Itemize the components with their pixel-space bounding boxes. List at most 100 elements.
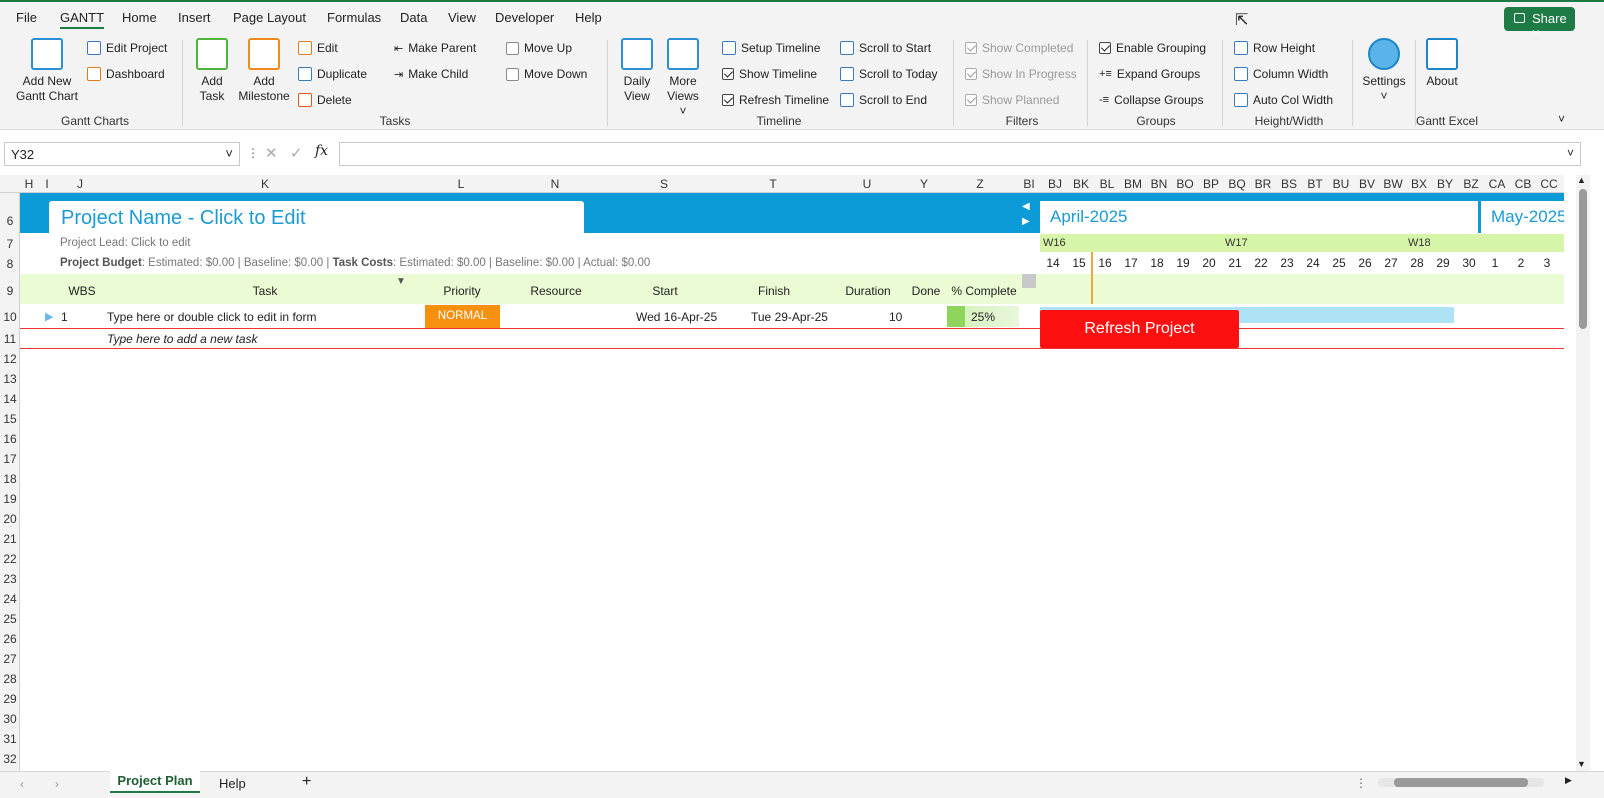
column-header[interactable]: CA (1485, 177, 1509, 191)
menu-developer[interactable]: Developer (495, 10, 554, 25)
row-header[interactable]: 28 (0, 672, 20, 686)
column-header[interactable]: Y (912, 177, 936, 191)
task-pct-complete[interactable]: 25% (947, 306, 1019, 327)
column-header[interactable]: BW (1381, 177, 1405, 191)
menu-insert[interactable]: Insert (178, 10, 211, 25)
row-header[interactable]: 11 (0, 332, 20, 346)
menu-home[interactable]: Home (122, 10, 157, 25)
row-header[interactable]: 14 (0, 392, 20, 406)
row-height-button[interactable]: Row Height (1234, 41, 1315, 55)
task-finish[interactable]: Tue 29-Apr-25 (751, 310, 828, 324)
add-new-gantt-chart-button[interactable]: Add New Gantt Chart (14, 38, 80, 104)
column-header[interactable]: T (761, 177, 785, 191)
vertical-scroll-thumb[interactable] (1579, 189, 1587, 329)
header-priority[interactable]: Priority (437, 284, 487, 298)
column-header[interactable]: BL (1095, 177, 1119, 191)
menu-data[interactable]: Data (400, 10, 427, 25)
scroll-to-end-button[interactable]: Scroll to End (840, 93, 927, 107)
header-start[interactable]: Start (643, 284, 687, 298)
scroll-right-icon[interactable]: ▶ (1565, 775, 1572, 786)
setup-timeline-button[interactable]: Setup Timeline (722, 41, 820, 55)
dashboard-button[interactable]: Dashboard (87, 67, 165, 81)
column-header[interactable]: CC (1537, 177, 1561, 191)
show-in-progress-checkbox[interactable]: Show In Progress (965, 67, 1077, 81)
row-header[interactable]: 29 (0, 692, 20, 706)
edit-project-button[interactable]: Edit Project (87, 41, 167, 55)
task-wbs[interactable]: 1 (61, 310, 68, 324)
column-header[interactable]: CB (1511, 177, 1535, 191)
row-header[interactable]: 15 (0, 412, 20, 426)
row-header[interactable]: 19 (0, 492, 20, 506)
task-priority-badge[interactable]: NORMAL (425, 305, 500, 328)
row-header[interactable]: 31 (0, 732, 20, 746)
row-header[interactable]: 12 (0, 352, 20, 366)
tab-project-plan[interactable]: Project Plan (110, 771, 200, 793)
scroll-left-icon[interactable]: ◀ (1022, 201, 1030, 212)
menu-page-layout[interactable]: Page Layout (233, 10, 306, 25)
row-header[interactable]: 16 (0, 432, 20, 446)
column-header[interactable]: BR (1251, 177, 1275, 191)
show-timeline-checkbox[interactable]: Show Timeline (722, 67, 817, 81)
edit-button[interactable]: Edit (298, 41, 338, 55)
collapse-ribbon-icon[interactable]: ˅ (1558, 112, 1565, 126)
column-header[interactable]: BQ (1225, 177, 1249, 191)
column-header[interactable]: S (652, 177, 676, 191)
column-header[interactable]: K (253, 177, 277, 191)
column-header[interactable]: BJ (1043, 177, 1067, 191)
row-header[interactable]: 13 (0, 372, 20, 386)
row-header[interactable]: 25 (0, 612, 20, 626)
project-lead[interactable]: Project Lead: Click to edit (60, 237, 190, 249)
column-header[interactable]: BO (1173, 177, 1197, 191)
enable-grouping-checkbox[interactable]: Enable Grouping (1099, 41, 1206, 55)
add-sheet-button[interactable]: + (302, 773, 311, 791)
menu-help[interactable]: Help (575, 10, 602, 25)
about-button[interactable]: About (1421, 38, 1463, 89)
column-header[interactable]: U (855, 177, 879, 191)
menu-file[interactable]: File (16, 10, 37, 25)
column-header[interactable]: BI (1017, 177, 1041, 191)
add-task-button[interactable]: Add Task (194, 38, 230, 104)
column-header[interactable]: N (543, 177, 567, 191)
column-header[interactable]: L (449, 177, 473, 191)
column-header[interactable]: BK (1069, 177, 1093, 191)
show-completed-checkbox[interactable]: Show Completed (965, 41, 1073, 55)
refresh-project-button[interactable]: Refresh Project (1040, 310, 1239, 348)
row-header[interactable]: 26 (0, 632, 20, 646)
project-name[interactable]: Project Name - Click to Edit (49, 201, 584, 234)
row-header[interactable]: 23 (0, 572, 20, 586)
make-parent-button[interactable]: ⇤ Make Parent (394, 41, 476, 55)
scroll-to-start-button[interactable]: Scroll to Start (840, 41, 931, 55)
row-header[interactable]: 32 (0, 752, 20, 766)
vertical-scrollbar[interactable]: ▲ ▼ (1576, 175, 1590, 771)
cancel-icon[interactable]: ✕ (265, 144, 278, 162)
column-header[interactable]: I (35, 177, 59, 191)
move-down-button[interactable]: Move Down (506, 67, 587, 81)
column-header[interactable]: J (68, 177, 92, 191)
add-milestone-button[interactable]: Add Milestone (236, 38, 292, 104)
header-resource[interactable]: Resource (524, 284, 588, 298)
row-header[interactable]: 17 (0, 452, 20, 466)
delete-button[interactable]: Delete (298, 93, 352, 107)
tab-help[interactable]: Help (219, 776, 246, 791)
auto-col-width-button[interactable]: Auto Col Width (1234, 93, 1333, 107)
column-header[interactable]: BY (1433, 177, 1457, 191)
row-header[interactable]: 7 (0, 237, 20, 251)
row-header[interactable]: 27 (0, 652, 20, 666)
scroll-right-icon[interactable]: ▶ (1022, 216, 1030, 227)
scroll-to-today-button[interactable]: Scroll to Today (840, 67, 938, 81)
header-task[interactable]: Task (240, 284, 290, 298)
task-name[interactable]: Type here or double click to edit in for… (107, 310, 316, 324)
duplicate-button[interactable]: Duplicate (298, 67, 367, 81)
next-sheet-icon[interactable]: › (55, 777, 59, 791)
menu-gantt[interactable]: GANTT (60, 10, 105, 29)
column-width-button[interactable]: Column Width (1234, 67, 1328, 81)
row-header[interactable]: 9 (0, 284, 20, 298)
row-header[interactable]: 30 (0, 712, 20, 726)
row-header[interactable]: 18 (0, 472, 20, 486)
check-icon[interactable]: ✓ (290, 144, 303, 162)
expand-row-icon[interactable]: ▶ (45, 310, 53, 323)
daily-view-button[interactable]: Daily View (619, 38, 655, 104)
row-header[interactable]: 22 (0, 552, 20, 566)
prev-sheet-icon[interactable]: ‹ (20, 777, 24, 791)
column-header[interactable]: Z (968, 177, 992, 191)
